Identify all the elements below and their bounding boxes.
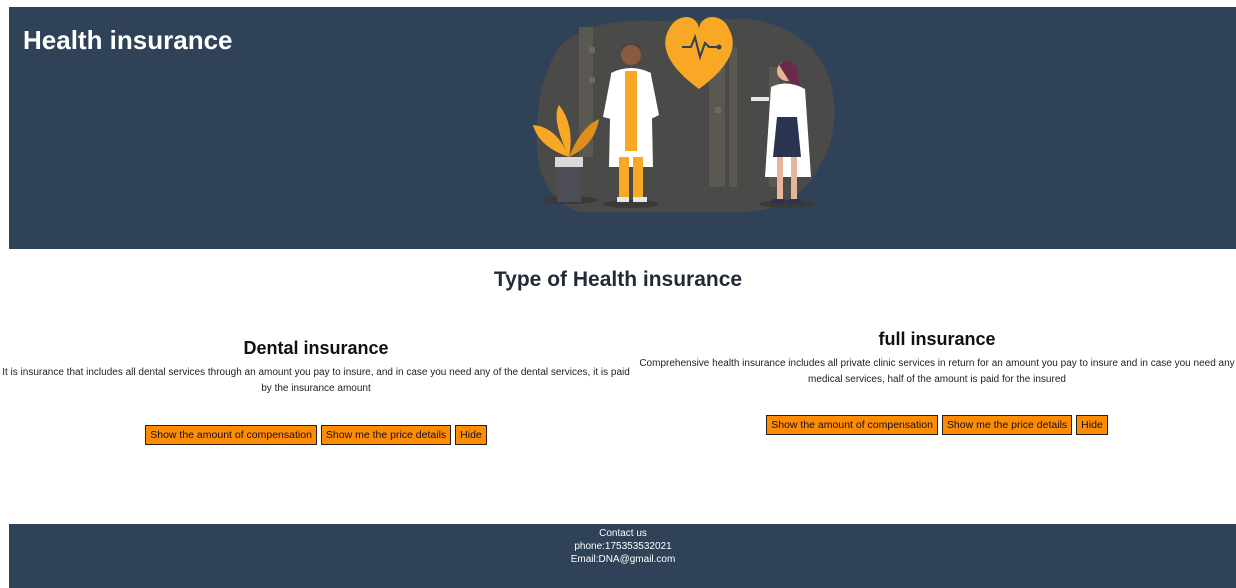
card-description: Comprehensive health insurance includes … (639, 358, 1235, 385)
card-actions: Show the amount of compensation Show me … (0, 425, 632, 445)
section-title: Type of Health insurance (493, 268, 743, 291)
show-price-details-button[interactable]: Show me the price details (320, 425, 452, 445)
contact-heading: Contact us (599, 528, 647, 539)
contact-email: Email:DNA@gmail.com (570, 554, 676, 565)
show-price-details-button[interactable]: Show me the price details (941, 415, 1073, 435)
top-strip (0, 0, 1236, 7)
page-title: Health insurance (23, 25, 233, 55)
doctors-illustration (533, 17, 835, 212)
full-insurance-card: full insurance Comprehensive health insu… (636, 329, 1236, 435)
card-title: Dental insurance (243, 338, 389, 358)
show-compensation-button[interactable]: Show the amount of compensation (145, 425, 317, 445)
card-description: It is insurance that includes all dental… (2, 367, 630, 394)
footer: Contact us phone:175353532021 Email:DNA@… (9, 524, 1236, 588)
dental-insurance-card: Dental insurance It is insurance that in… (0, 338, 632, 445)
page: Health insurance Type of Health insuranc… (0, 0, 1236, 588)
hide-button[interactable]: Hide (1076, 415, 1108, 435)
contact-phone: phone:175353532021 (574, 541, 672, 552)
show-compensation-button[interactable]: Show the amount of compensation (766, 415, 938, 435)
hide-button[interactable]: Hide (455, 425, 487, 445)
card-actions: Show the amount of compensation Show me … (636, 415, 1236, 435)
hero-banner: Health insurance (9, 7, 1236, 249)
card-title: full insurance (878, 329, 996, 349)
